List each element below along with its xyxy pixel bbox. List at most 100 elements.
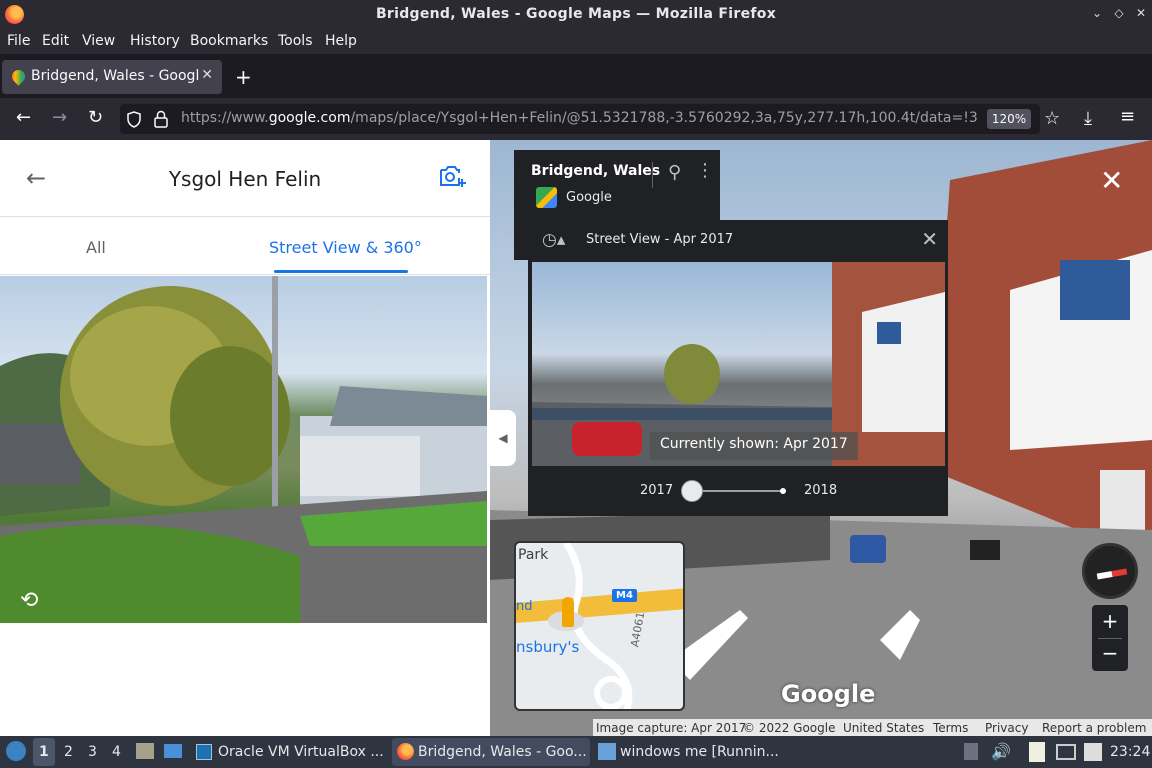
forward-arrow-icon[interactable]: → [52,107,67,128]
zoom-level-badge[interactable]: 120% [987,109,1031,129]
file-manager-icon[interactable] [136,743,154,759]
volume-icon[interactable]: 🔊 [991,742,1011,761]
collapse-panel-button[interactable]: ◀ [490,410,516,466]
network-icon[interactable] [1056,744,1076,760]
workspace-3[interactable]: 3 [88,744,97,760]
task-firefox-label: Bridgend, Wales - Goo... [418,744,587,760]
menu-help[interactable]: Help [325,33,357,49]
zoom-in-button[interactable]: + [1092,609,1128,633]
timeline-end-year: 2018 [804,483,838,498]
streetview-photo[interactable]: ⟲ [0,276,487,623]
minimap-roads [516,543,683,709]
task-vm-label: windows me [Runnin... [620,744,779,760]
start-menu-icon[interactable] [6,741,26,761]
terms-link[interactable]: Terms [933,721,968,735]
tab-label: Bridgend, Wales - Google Maps [31,68,199,84]
clock: 23:24 [1110,744,1151,760]
menu-icon[interactable]: ≡ [1120,106,1135,127]
country-link[interactable]: United States [843,721,924,735]
workspace-4[interactable]: 4 [112,744,121,760]
map-footer: Image capture: Apr 2017 © 2022 Google Un… [593,719,1152,736]
timeline-slider-thumb[interactable] [681,480,703,502]
close-icon[interactable]: ✕ [921,227,938,251]
close-streetview-icon[interactable]: ✕ [1100,164,1123,197]
task-virtualbox-label: Oracle VM VirtualBox ... [218,744,384,760]
divider [0,216,490,217]
streetview-canvas[interactable]: ◀ Bridgend, Wales Google ⚲ ⋮ ◷▴ Street V… [490,140,1152,736]
menu-bookmarks[interactable]: Bookmarks [190,33,268,49]
menu-history[interactable]: History [130,33,180,49]
minimap-label-park: Park [518,547,549,563]
camera-plus-icon[interactable] [438,164,466,188]
google-watermark: Google [781,680,876,708]
minimap-label-store: nsbury's [516,638,580,656]
menu-tools[interactable]: Tools [278,33,313,49]
more-vert-icon[interactable]: ⋮ [696,160,714,181]
url-text[interactable]: https://www.google.com/maps/place/Ysgol+… [181,110,997,126]
divider [652,162,653,188]
vm-icon [598,743,616,760]
back-arrow-icon[interactable]: ← [16,107,31,128]
pegman-icon[interactable] [562,597,574,627]
firefox-icon [397,743,414,760]
place-title: Ysgol Hen Felin [168,167,322,191]
image-capture-date: Image capture: Apr 2017 [596,721,747,735]
url-bar[interactable]: https://www.google.com/maps/place/Ysgol+… [120,104,1040,134]
timeline-slider-stop[interactable] [780,488,786,494]
location-name: Bridgend, Wales [531,163,661,179]
minimize-icon[interactable]: ⌄ [1090,6,1104,20]
shield-icon[interactable] [126,111,142,128]
tray-arrow-icon[interactable] [964,743,978,760]
workspace-2[interactable]: 2 [64,744,73,760]
menu-view[interactable]: View [82,33,115,49]
pin-icon[interactable]: ⚲ [668,162,681,183]
window-close-icon[interactable]: ✕ [1134,6,1148,20]
taskbar: 1 2 3 4 Oracle VM VirtualBox ... Bridgen… [0,736,1152,768]
window-titlebar: Bridgend, Wales - Google Maps — Mozilla … [0,0,1152,30]
historic-imagery-preview[interactable]: Currently shown: Apr 2017 [532,262,945,466]
reload-icon[interactable]: ↻ [88,107,103,128]
compass-icon[interactable] [1082,543,1138,599]
divider [0,274,490,275]
history-icon[interactable]: ◷▴ [542,230,565,250]
panorama-icon[interactable]: ⟲ [20,588,38,613]
divider [1098,638,1122,639]
browser-tab[interactable]: Bridgend, Wales - Google Maps ✕ [2,60,222,94]
imagery-source: Google [566,190,612,205]
menu-file[interactable]: File [7,33,30,49]
virtualbox-icon [196,744,212,760]
notes-icon[interactable] [1084,743,1102,761]
currently-shown-label: Currently shown: Apr 2017 [650,432,858,460]
place-side-panel: ← Ysgol Hen Felin All Street View & 360°… [0,140,490,736]
tab-close-icon[interactable]: ✕ [201,67,213,83]
minimap-label-edge: nd [516,599,533,614]
minimap-road-badge: M4 [612,589,637,602]
timemachine-header: Street View - Apr 2017 [586,232,734,247]
menubar: File Edit View History Bookmarks Tools H… [0,30,1152,54]
zoom-out-button[interactable]: − [1092,641,1128,665]
clipboard-icon[interactable] [1029,742,1045,762]
timeline-start-year: 2017 [640,483,674,498]
lock-icon[interactable] [154,110,168,128]
menu-edit[interactable]: Edit [42,33,69,49]
compass-needle [1096,568,1128,580]
workspace-1-label: 1 [39,744,49,760]
photo-scene [0,276,487,623]
google-maps-logo-icon [536,187,557,208]
desktop-icon[interactable] [164,744,182,758]
tab-streetview[interactable]: Street View & 360° [269,238,422,257]
minimap[interactable]: Park nd M4 nsbury's A4061 [514,541,685,711]
report-problem-link[interactable]: Report a problem [1042,721,1146,735]
maximize-icon[interactable]: ◇ [1112,6,1126,20]
star-icon[interactable]: ☆ [1044,108,1060,129]
privacy-link[interactable]: Privacy [985,721,1028,735]
maps-favicon-icon [9,67,28,86]
download-icon[interactable]: ⤓ [1084,108,1092,129]
copyright: © 2022 Google [743,721,836,735]
tab-all[interactable]: All [86,238,106,257]
time-machine-panel: ◷▴ Street View - Apr 2017 ✕ Currently sh… [528,220,948,516]
window-title: Bridgend, Wales - Google Maps — Mozilla … [375,6,777,22]
new-tab-icon[interactable]: + [235,65,252,89]
zoom-control: + − [1092,605,1128,671]
active-tab-indicator [274,270,408,273]
